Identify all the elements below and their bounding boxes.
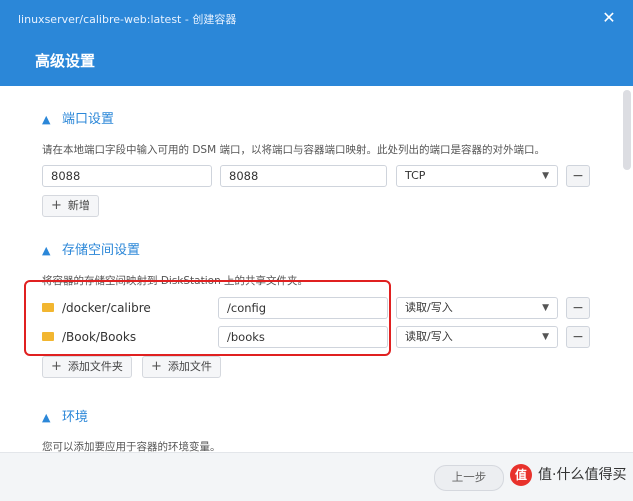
caret-down-icon: ▼ — [542, 171, 549, 181]
plus-icon: + — [151, 359, 162, 374]
watermark-logo: 值 — [510, 464, 532, 486]
highlight-box — [24, 280, 391, 356]
env-section-header[interactable]: ▲ 环境 — [42, 406, 88, 425]
local-port-input[interactable]: 8088 — [42, 165, 212, 187]
storage-section-header[interactable]: ▲ 存储空间设置 — [42, 239, 140, 258]
window-title: linuxserver/calibre-web:latest - 创建容器 — [18, 13, 237, 26]
env-section-title: 环境 — [62, 410, 89, 425]
plus-icon: + — [51, 198, 62, 213]
chevron-up-icon: ▲ — [42, 411, 51, 424]
watermark-text: 值·什么值得买 — [538, 467, 627, 483]
remove-volume-button[interactable]: − — [566, 297, 590, 319]
close-icon[interactable]: ✕ — [599, 8, 619, 28]
dialog-header: 高级设置 — [0, 38, 633, 86]
add-file-label: 添加文件 — [167, 360, 212, 373]
minus-icon: − — [572, 300, 584, 316]
plus-icon: + — [51, 359, 62, 374]
add-folder-button[interactable]: + 添加文件夹 — [42, 356, 132, 378]
watermark: 值值·什么值得买 — [510, 464, 626, 486]
previous-button[interactable]: 上一步 — [434, 465, 504, 491]
remove-port-button[interactable]: − — [566, 165, 590, 187]
access-mode-value: 读取/写入 — [405, 301, 453, 314]
add-port-button[interactable]: + 新增 — [42, 195, 99, 217]
protocol-select[interactable]: TCP ▼ — [396, 165, 558, 187]
window-titlebar: linuxserver/calibre-web:latest - 创建容器 ✕ — [0, 0, 633, 38]
page-title: 高级设置 — [35, 52, 96, 70]
remove-volume-button[interactable]: − — [566, 326, 590, 348]
storage-section-title: 存储空间设置 — [62, 243, 141, 258]
container-port-input[interactable]: 8088 — [220, 165, 387, 187]
chevron-up-icon: ▲ — [42, 113, 51, 126]
caret-down-icon: ▼ — [542, 332, 549, 342]
add-file-button[interactable]: + 添加文件 — [142, 356, 221, 378]
add-folder-label: 添加文件夹 — [67, 360, 123, 373]
caret-down-icon: ▼ — [542, 303, 549, 313]
minus-icon: − — [572, 329, 584, 345]
port-section-title: 端口设置 — [62, 112, 115, 127]
access-mode-select[interactable]: 读取/写入 ▼ — [396, 297, 558, 319]
access-mode-select[interactable]: 读取/写入 ▼ — [396, 326, 558, 348]
access-mode-value: 读取/写入 — [405, 330, 453, 343]
scrollbar[interactable] — [623, 90, 631, 170]
protocol-value: TCP — [405, 169, 426, 182]
chevron-up-icon: ▲ — [42, 244, 51, 257]
port-section-header[interactable]: ▲ 端口设置 — [42, 108, 114, 127]
port-section-description: 请在本地端口字段中输入可用的 DSM 端口，以将端口与容器端口映射。此处列出的端… — [42, 144, 545, 156]
add-port-label: 新增 — [67, 199, 90, 212]
minus-icon: − — [572, 168, 584, 184]
